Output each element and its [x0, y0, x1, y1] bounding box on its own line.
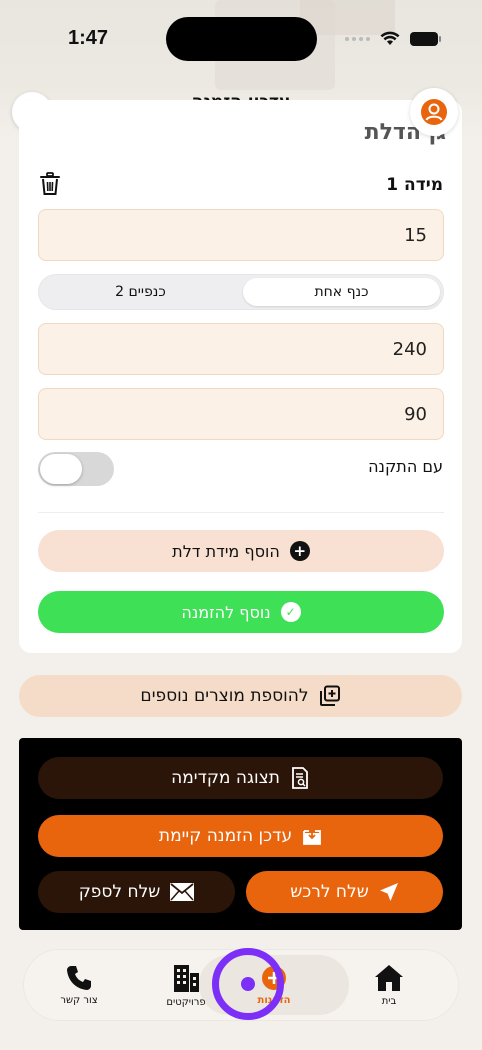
height-field[interactable] — [38, 323, 444, 375]
building-icon — [174, 964, 199, 992]
plus-circle-icon: + — [289, 541, 310, 561]
width-field[interactable] — [38, 388, 444, 440]
document-search-icon — [291, 767, 308, 789]
status-time: 1:47 — [68, 27, 109, 49]
send-to-purchasing-button[interactable]: שלח לרכש — [246, 871, 443, 913]
tab-home[interactable]: בית — [350, 950, 428, 1020]
send-supplier-label: שלח לספק — [78, 882, 161, 902]
send-icon — [379, 883, 398, 901]
preview-label: תצוגה מקדימה — [171, 768, 280, 788]
status-icons — [345, 31, 441, 46]
add-more-products-button[interactable]: להוספת מוצרים נוספים — [19, 675, 462, 717]
dynamic-island — [166, 17, 317, 61]
quantity-input[interactable] — [39, 210, 443, 260]
added-to-order-button[interactable]: נוסף להזמנה ✓ — [38, 591, 444, 633]
add-square-icon — [319, 685, 340, 706]
segment-double-wing[interactable]: 2 כנפיים — [42, 278, 239, 306]
touch-indicator — [212, 948, 284, 1020]
profile-button[interactable] — [410, 88, 458, 136]
add-door-measure-button[interactable]: הוסף מידת דלת + — [38, 530, 444, 572]
installation-toggle[interactable] — [38, 452, 114, 486]
update-existing-label: עדכן הזמנה קיימת — [158, 826, 293, 846]
touch-dot — [241, 977, 255, 991]
envelope-icon — [170, 883, 195, 901]
add-measure-label: הוסף מידת דלת — [172, 541, 280, 561]
add-more-products-label: להוספת מוצרים נוספים — [140, 686, 309, 706]
door-card: גן הדלת 1 מידה כנף אחת 2 כנפיים עם התקנה… — [19, 100, 462, 653]
measure-label: 1 מידה — [386, 175, 443, 195]
segment-single-wing[interactable]: כנף אחת — [243, 278, 440, 306]
send-buyer-label: שלח לרכש — [290, 882, 369, 902]
tab-home-label: בית — [381, 995, 397, 1007]
tab-contact-label: צור קשר — [60, 994, 98, 1006]
quantity-field[interactable] — [38, 209, 444, 261]
toggle-knob — [40, 454, 82, 484]
tab-projects-label: פרויקטים — [166, 996, 206, 1008]
tab-contact[interactable]: צור קשר — [44, 950, 114, 1020]
check-circle-icon: ✓ — [280, 602, 301, 622]
phone-icon — [67, 965, 91, 990]
actions-panel: תצוגה מקדימה עדכן הזמנה קיימת שלח לרכש ש… — [19, 738, 462, 930]
wifi-icon — [380, 31, 400, 45]
added-to-order-label: נוסף להזמנה — [181, 602, 271, 622]
send-to-supplier-button[interactable]: שלח לספק — [38, 871, 235, 913]
preview-button[interactable]: תצוגה מקדימה — [38, 757, 443, 799]
width-input[interactable] — [39, 389, 443, 439]
height-input[interactable] — [39, 324, 443, 374]
box-download-icon — [303, 827, 321, 845]
installation-label: עם התקנה — [368, 457, 443, 476]
trash-icon[interactable] — [39, 172, 61, 196]
update-existing-order-button[interactable]: עדכן הזמנה קיימת — [38, 815, 443, 857]
divider — [38, 512, 444, 513]
home-icon — [375, 964, 403, 991]
user-icon — [421, 99, 447, 125]
battery-icon — [410, 31, 441, 46]
signal-icon — [345, 36, 370, 41]
wing-selector: כנף אחת 2 כנפיים — [38, 274, 444, 310]
